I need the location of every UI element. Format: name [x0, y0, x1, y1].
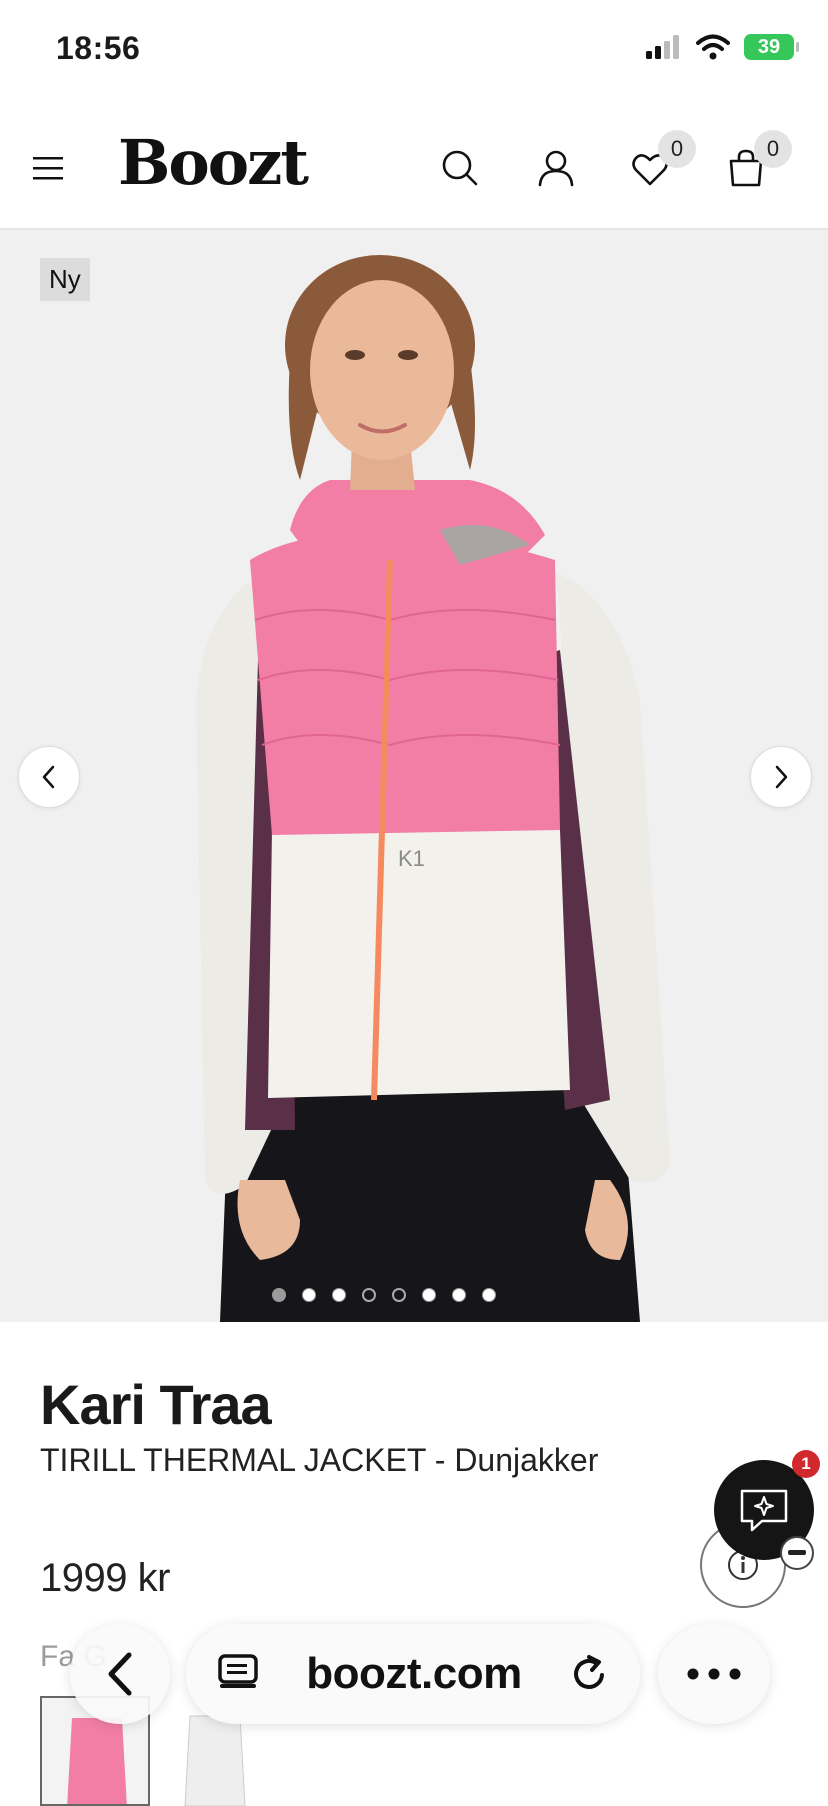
status-icons: 39 — [646, 34, 799, 60]
address-bar[interactable]: boozt.com — [186, 1624, 640, 1724]
menu-icon[interactable] — [18, 138, 78, 198]
chevron-right-icon — [775, 765, 788, 789]
gallery-dot[interactable] — [482, 1288, 496, 1302]
wifi-icon — [696, 34, 730, 60]
reader-tabs-icon[interactable] — [216, 1654, 260, 1694]
product-brand[interactable]: Kari Traa — [40, 1372, 272, 1437]
gallery-dot[interactable] — [422, 1288, 436, 1302]
battery-level: 39 — [757, 35, 781, 58]
gallery-pagination — [0, 1288, 828, 1302]
chat-notification-badge: 1 — [792, 1450, 820, 1478]
gallery-dot[interactable] — [392, 1288, 406, 1302]
product-photo: K1 — [196, 255, 670, 1322]
gallery-dot[interactable] — [362, 1288, 376, 1302]
site-header: Boozt 0 0 — [0, 110, 828, 230]
more-dots-icon — [687, 1668, 741, 1680]
status-time: 18:56 — [56, 30, 141, 66]
browser-back-button[interactable] — [70, 1624, 170, 1724]
minus-icon — [788, 1550, 806, 1555]
cart-count-badge: 0 — [754, 130, 792, 168]
svg-text:K1: K1 — [398, 846, 425, 871]
more-options-button[interactable] — [658, 1624, 770, 1724]
battery-icon: 39 — [744, 34, 799, 60]
search-icon[interactable] — [430, 138, 490, 198]
product-name: TIRILL THERMAL JACKET - Dunjakker — [40, 1442, 599, 1478]
back-arrow-icon — [108, 1652, 132, 1696]
product-image-gallery[interactable]: K1 Ny — [0, 230, 828, 1322]
new-badge: Ny — [40, 258, 90, 301]
chevron-left-icon — [42, 765, 55, 789]
gallery-dot[interactable] — [332, 1288, 346, 1302]
gallery-dot[interactable] — [452, 1288, 466, 1302]
brand-logo[interactable]: Boozt — [118, 126, 309, 199]
wishlist-count-badge: 0 — [658, 130, 696, 168]
reload-icon[interactable] — [568, 1653, 610, 1695]
account-icon[interactable] — [526, 138, 586, 198]
minimize-chat-button[interactable] — [780, 1536, 814, 1570]
gallery-dot[interactable] — [302, 1288, 316, 1302]
previous-image-button[interactable] — [18, 746, 80, 808]
chat-sparkle-icon — [740, 1489, 788, 1532]
next-image-button[interactable] — [750, 746, 812, 808]
signal-icon — [646, 35, 679, 59]
gallery-dot[interactable] — [272, 1288, 286, 1302]
url-text[interactable]: boozt.com — [306, 1649, 522, 1699]
product-price: 1999 kr — [40, 1556, 170, 1600]
